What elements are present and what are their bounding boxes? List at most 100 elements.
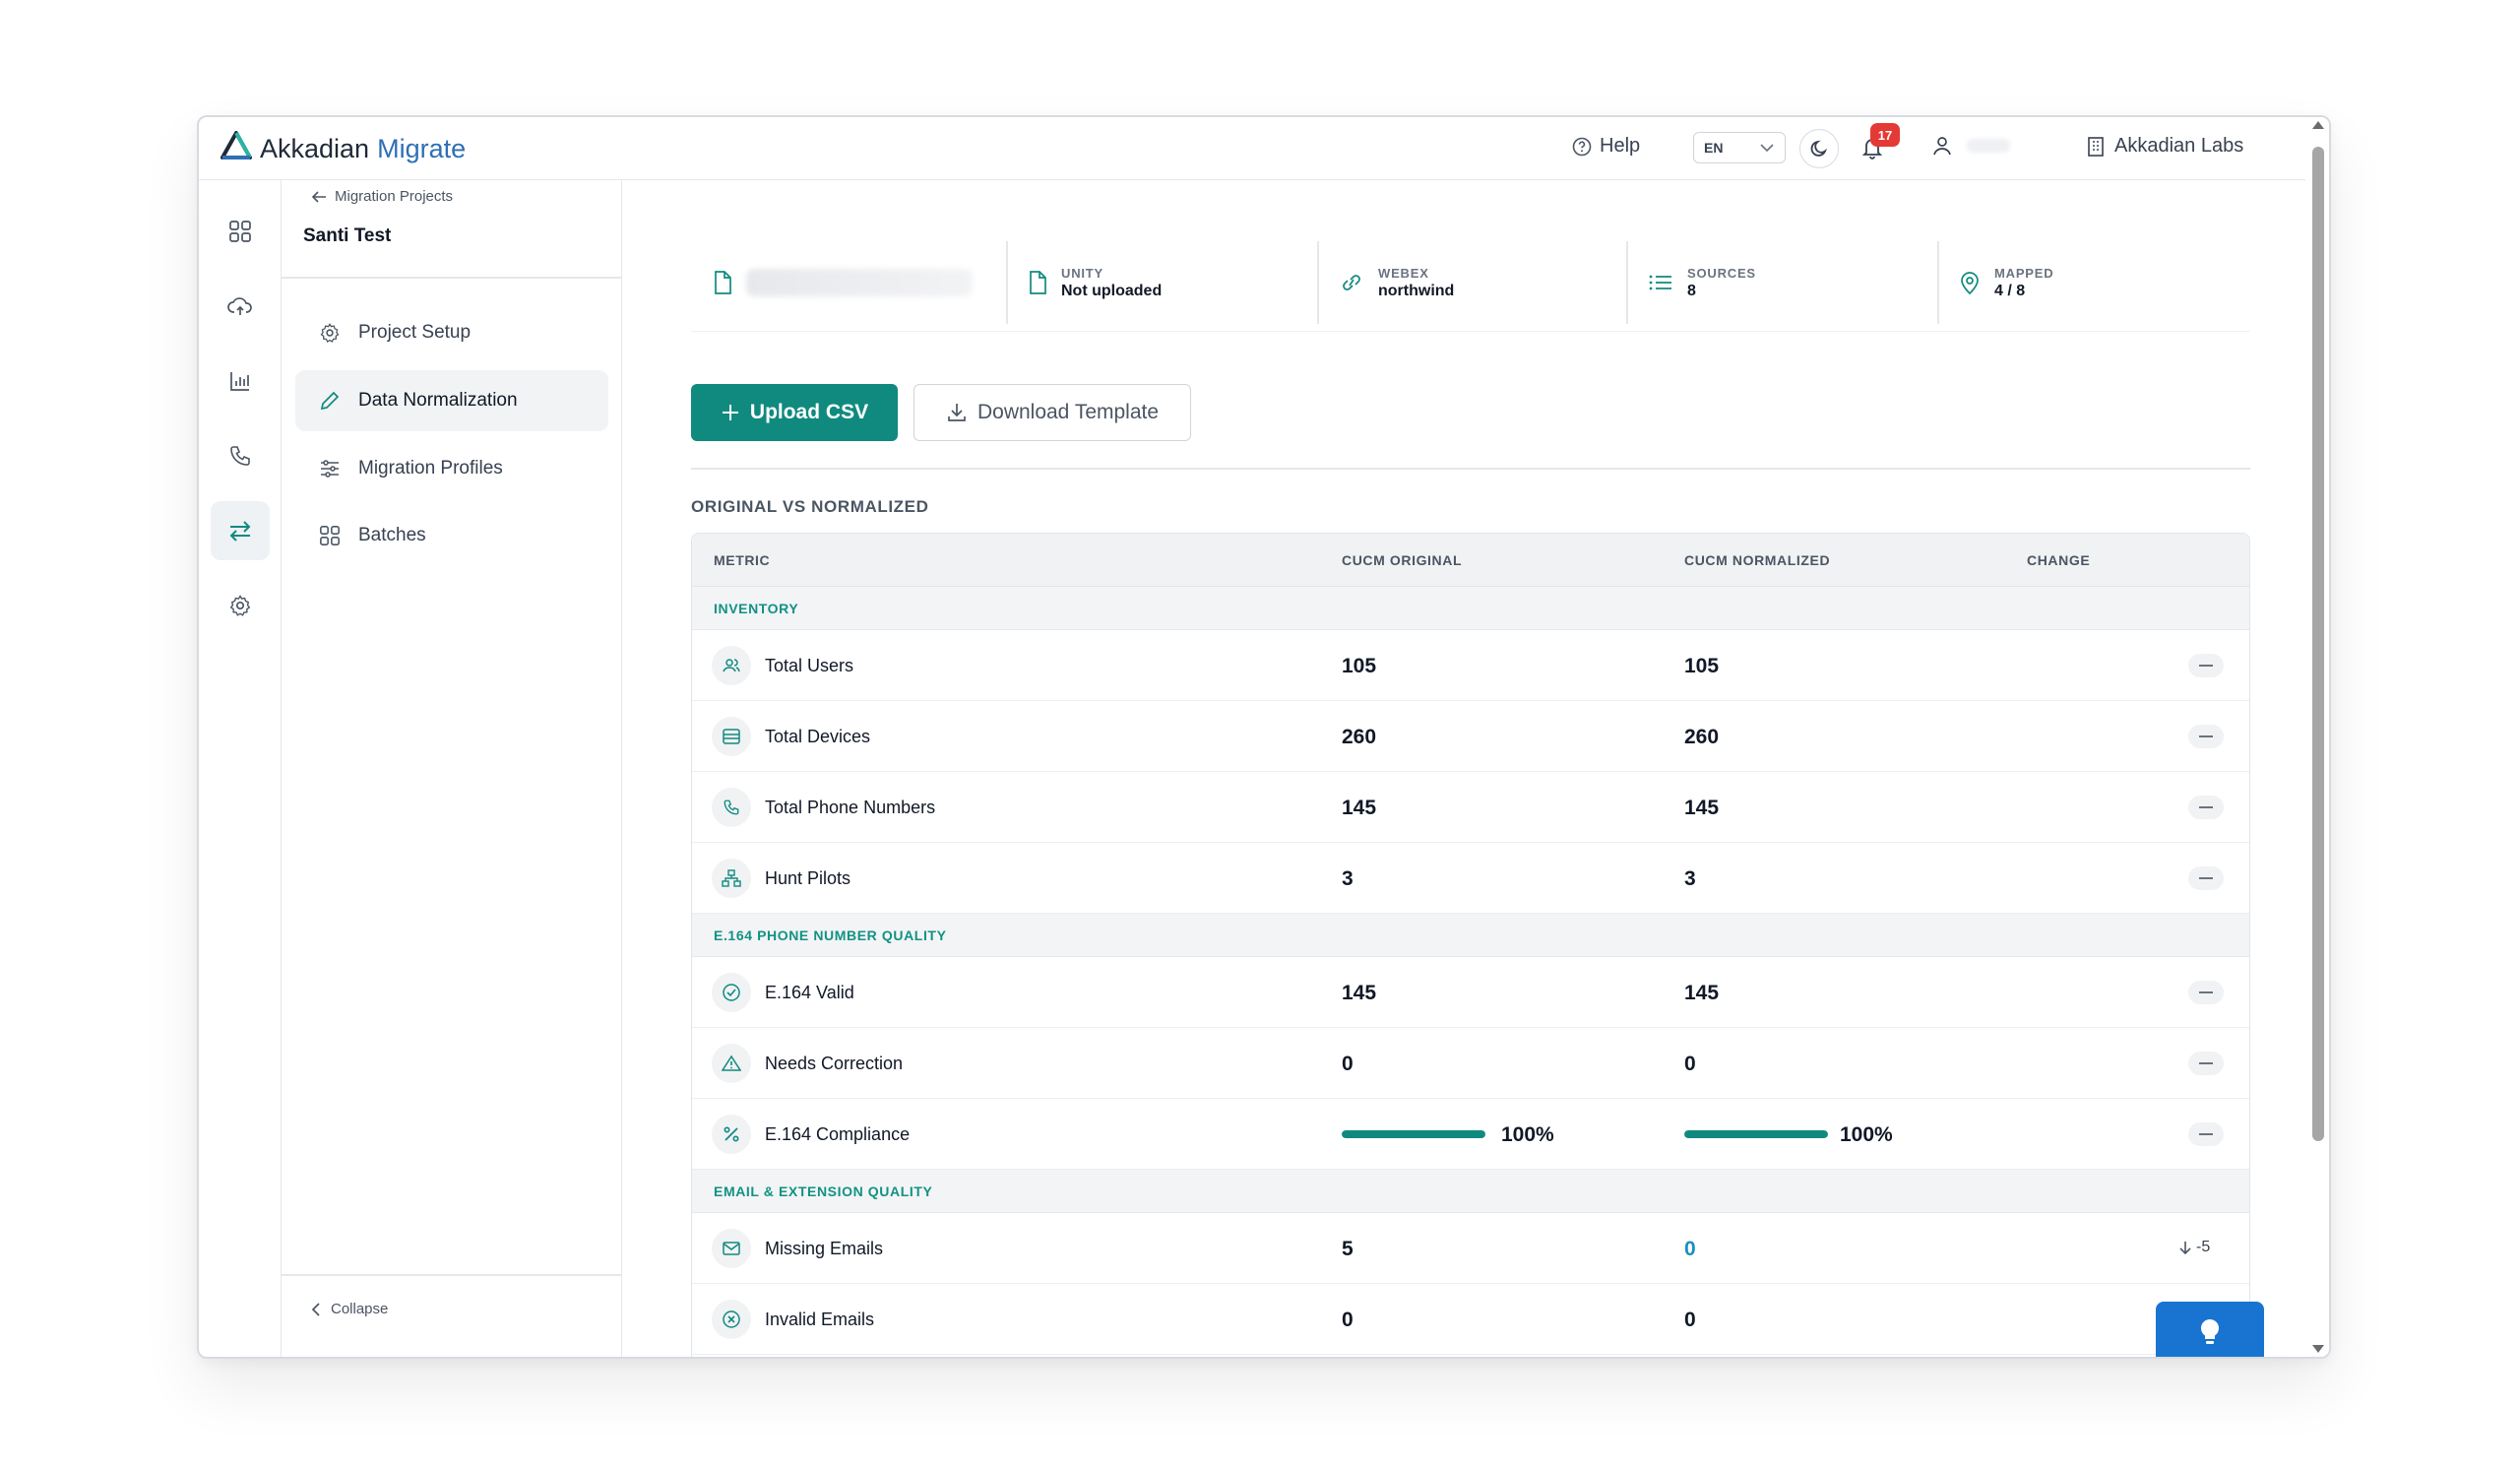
stat-webex: WEBEX northwind — [1339, 233, 1454, 332]
divider — [282, 1274, 622, 1276]
user-icon — [1933, 137, 1951, 156]
nav-item-migration-profiles[interactable]: Migration Profiles — [295, 438, 608, 499]
download-icon — [948, 404, 966, 421]
stats-bar: UNITY Not uploaded WEBEX northwind SOURCES… — [691, 233, 2250, 332]
grid-icon — [320, 526, 340, 545]
group-header: E.164 PHONE NUMBER QUALITY — [692, 914, 2249, 957]
back-to-projects-link[interactable]: Migration Projects — [311, 188, 453, 205]
table-row: Needs Correction 0 0 — [692, 1028, 2249, 1099]
upload-csv-button[interactable]: Upload CSV — [691, 384, 898, 441]
language-select[interactable]: EN — [1693, 132, 1786, 163]
no-change-indicator — [2188, 725, 2224, 748]
no-change-indicator — [2188, 1052, 2224, 1075]
nav-item-batches[interactable]: Batches — [295, 505, 608, 566]
app-logo[interactable]: Akkadian Migrate — [220, 131, 466, 167]
user-name-redacted — [1967, 139, 2010, 153]
original-value: 105 — [1342, 655, 1377, 677]
change-amount: -5 — [2196, 1239, 2211, 1255]
building-icon — [2088, 136, 2104, 157]
lightbulb-icon — [2200, 1319, 2220, 1344]
normalized-value: 145 — [1684, 982, 1720, 1004]
help-button[interactable]: Help — [1572, 135, 1640, 158]
tips-fab-button[interactable] — [2156, 1302, 2264, 1357]
metric-label: Total Phone Numbers — [765, 798, 936, 817]
main-content: UNITY Not uploaded WEBEX northwind SOURCES… — [622, 180, 2305, 1357]
user-menu[interactable] — [1931, 135, 2010, 157]
product-name: Migrate — [377, 134, 467, 163]
brand-name: Akkadian — [260, 134, 370, 163]
table-row: Hunt Pilots 3 3 — [692, 843, 2249, 914]
table-row: Total Users 105 105 — [692, 630, 2249, 701]
change-value: -5 — [2178, 1239, 2210, 1256]
normalized-value: 100% — [1840, 1123, 1893, 1146]
rail-migration[interactable] — [211, 501, 270, 560]
back-link-label: Migration Projects — [335, 188, 454, 205]
metric-label: Missing Emails — [765, 1239, 884, 1258]
metric-label: E.164 Compliance — [765, 1124, 911, 1144]
stat-value: 4 / 8 — [1994, 282, 2026, 299]
help-label: Help — [1600, 135, 1641, 157]
stat-sources: SOURCES 8 — [1648, 233, 1756, 332]
divider — [1626, 241, 1628, 324]
nav-item-label: Data Normalization — [358, 390, 518, 411]
file-icon — [1030, 271, 1046, 294]
check-circle-icon — [712, 973, 751, 1012]
stat-label: MAPPED — [1994, 265, 2054, 281]
table-row: E.164 Compliance 100% 100% — [692, 1099, 2249, 1170]
nav-item-data-normalization[interactable]: Data Normalization — [295, 370, 608, 431]
source-file-redacted — [746, 269, 973, 296]
group-header: INVENTORY — [692, 587, 2249, 630]
scroll-down-arrow[interactable] — [2312, 1345, 2324, 1353]
grid-icon — [229, 221, 251, 242]
stat-unity: UNITY Not uploaded — [1028, 233, 1162, 332]
scroll-thumb[interactable] — [2312, 147, 2324, 1141]
rail-upload[interactable] — [211, 277, 270, 336]
rail-reports[interactable] — [211, 351, 270, 411]
language-value: EN — [1704, 140, 1724, 156]
collapse-button[interactable]: Collapse — [311, 1301, 388, 1317]
scrollbar[interactable] — [2305, 117, 2329, 1357]
metric-label: Invalid Emails — [765, 1309, 875, 1329]
rail-dashboard[interactable] — [211, 202, 270, 261]
normalized-value: 0 — [1684, 1309, 1696, 1331]
column-header: METRIC — [714, 552, 771, 568]
original-value: 5 — [1342, 1238, 1354, 1260]
download-template-button[interactable]: Download Template — [914, 384, 1191, 441]
original-value: 0 — [1342, 1053, 1354, 1075]
normalized-value: 0 — [1684, 1238, 1696, 1260]
project-sidenav: Migration Projects Santi Test Project Se… — [282, 180, 622, 1357]
moon-icon — [1810, 140, 1828, 157]
nav-item-project-setup[interactable]: Project Setup — [295, 302, 608, 363]
org-switcher[interactable]: Akkadian Labs — [2087, 135, 2243, 158]
column-header: CHANGE — [2027, 552, 2091, 568]
group-label: E.164 PHONE NUMBER QUALITY — [714, 927, 947, 943]
rail-settings[interactable] — [211, 576, 270, 635]
icon-rail — [199, 180, 282, 1357]
mail-icon — [712, 1229, 751, 1268]
stat-value: Not uploaded — [1061, 282, 1163, 299]
divider — [691, 468, 2250, 470]
swap-arrows-icon — [229, 521, 251, 542]
no-change-indicator — [2188, 866, 2224, 890]
help-icon — [1572, 137, 1592, 156]
scroll-up-arrow[interactable] — [2312, 121, 2324, 129]
stat-label: UNITY — [1061, 265, 1103, 281]
metric-label: Needs Correction — [765, 1054, 904, 1073]
divider — [1006, 241, 1008, 324]
original-value: 260 — [1342, 726, 1377, 748]
column-header: CUCM ORIGINAL — [1342, 552, 1463, 568]
map-pin-icon — [1961, 272, 1979, 295]
sliders-icon — [321, 460, 339, 478]
rail-calls[interactable] — [211, 426, 270, 485]
normalized-value: 0 — [1684, 1053, 1696, 1075]
table-row: Total Devices 260 260 — [692, 701, 2249, 772]
stat-label: WEBEX — [1378, 265, 1429, 281]
theme-toggle-button[interactable] — [1799, 129, 1839, 168]
bar-chart-icon — [230, 372, 249, 391]
stat-mapped: MAPPED 4 / 8 — [1959, 233, 2053, 332]
metric-label: Total Users — [765, 656, 854, 675]
no-change-indicator — [2188, 654, 2224, 677]
notification-badge: 17 — [1870, 123, 1900, 147]
percent-icon — [712, 1115, 751, 1154]
download-template-label: Download Template — [976, 401, 1160, 423]
